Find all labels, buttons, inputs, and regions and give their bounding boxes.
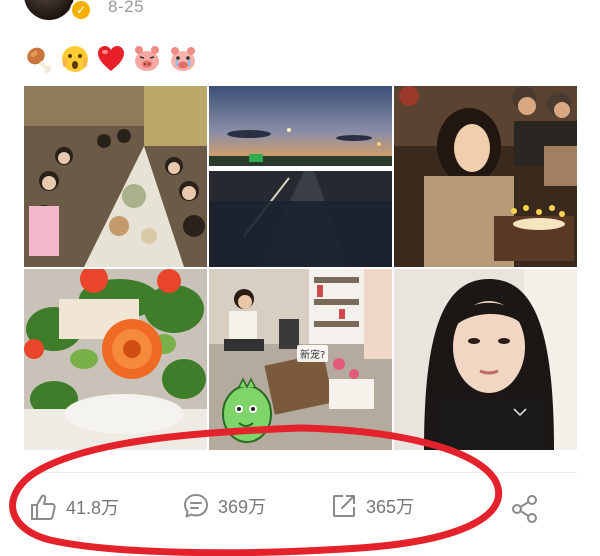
like-count: 41.8万 bbox=[66, 498, 120, 518]
comment-bubble-icon bbox=[184, 494, 208, 518]
photo-flower-bouquet[interactable] bbox=[24, 269, 207, 450]
like-button[interactable]: 41.8万 bbox=[28, 492, 119, 522]
comment-count: 369万 bbox=[218, 497, 267, 517]
divider bbox=[24, 472, 577, 473]
repost-count: 365万 bbox=[366, 497, 415, 517]
post-text-emojis bbox=[24, 40, 198, 78]
share-button[interactable] bbox=[510, 494, 540, 524]
post-time: 8-25 bbox=[108, 0, 145, 16]
photo-gifts-unboxing[interactable]: 新宠? bbox=[209, 269, 392, 450]
shocked-face-icon bbox=[62, 46, 88, 72]
pig-face-crying-icon bbox=[171, 47, 195, 71]
photo-grid: 新宠? bbox=[24, 86, 577, 451]
share-nodes-icon bbox=[512, 495, 537, 523]
pig-face-icon bbox=[135, 46, 159, 71]
red-heart-icon bbox=[98, 46, 124, 71]
sticker-label: 新宠? bbox=[297, 345, 329, 362]
photo-birthday-cake[interactable] bbox=[394, 86, 577, 267]
repost-button[interactable]: 365万 bbox=[330, 492, 414, 520]
thumbs-up-icon bbox=[31, 494, 56, 520]
photo-sunset-road[interactable] bbox=[209, 86, 392, 267]
repost-arrow-icon bbox=[333, 495, 355, 517]
comment-button[interactable]: 369万 bbox=[182, 492, 266, 520]
drumstick-icon bbox=[27, 47, 52, 74]
photo-selfie[interactable] bbox=[394, 269, 577, 450]
photo-group-dinner[interactable] bbox=[24, 86, 207, 267]
action-bar: 41.8万 369万 365万 bbox=[0, 480, 600, 544]
verified-badge-icon: ✓ bbox=[70, 0, 92, 21]
avatar[interactable] bbox=[24, 0, 74, 20]
